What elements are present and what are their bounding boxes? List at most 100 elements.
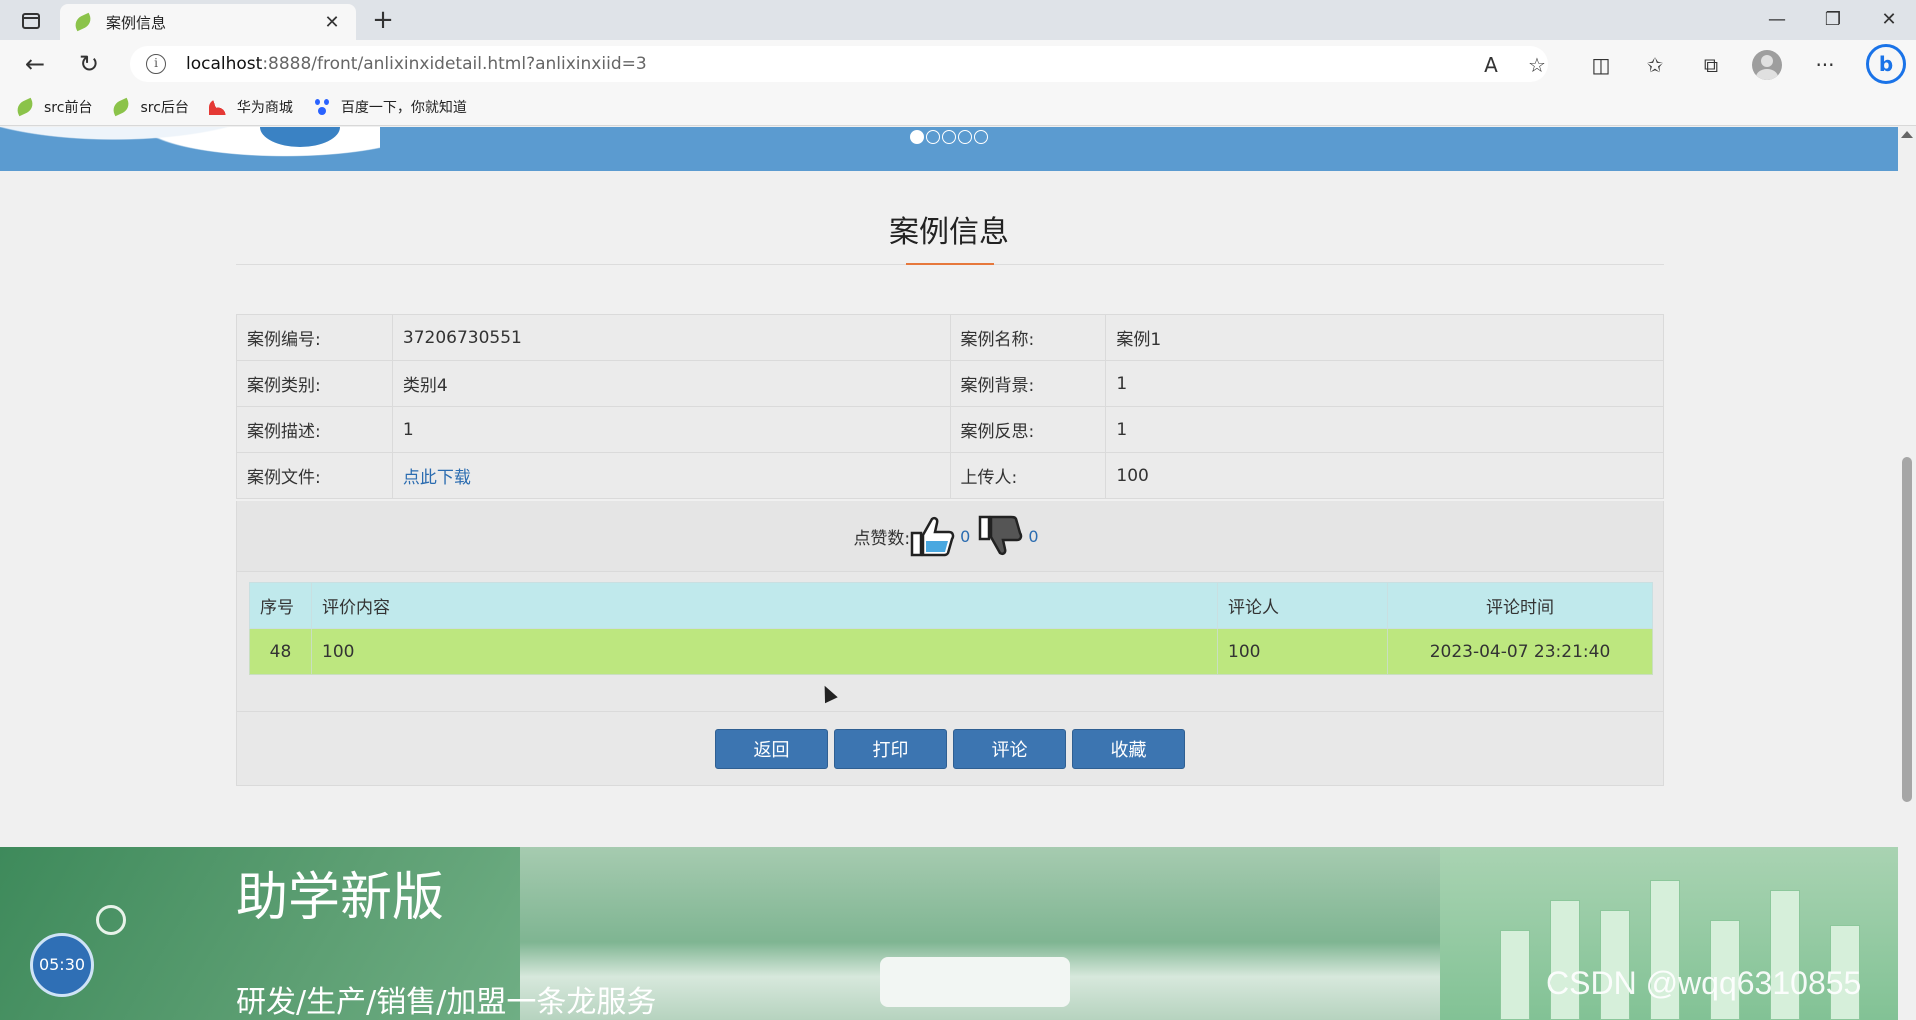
value-case-description: 1 — [391, 406, 951, 453]
profile-avatar[interactable] — [1752, 50, 1782, 80]
value-case-category: 类别4 — [391, 360, 951, 407]
display-stand — [1550, 900, 1580, 1020]
carousel-dot[interactable] — [926, 130, 940, 144]
new-tab-icon[interactable]: + — [368, 6, 398, 36]
detail-row: 案例描述: 1 案例反思: 1 — [236, 406, 1664, 453]
tab-title: 案例信息 — [106, 13, 167, 32]
company-logo-icon — [96, 905, 126, 935]
display-stand — [1500, 930, 1530, 1020]
banner-reception-desk — [880, 957, 1070, 1007]
carousel-dot[interactable] — [910, 130, 924, 144]
detail-row: 案例类别: 类别4 案例背景: 1 — [236, 360, 1664, 407]
bookmark-label: src后台 — [140, 99, 189, 116]
bookmark-label: 华为商城 — [236, 99, 293, 116]
browser-tab[interactable]: 案例信息 ✕ — [60, 4, 356, 40]
bookmark-huawei[interactable]: 华为商城 — [208, 97, 293, 117]
footer-banner: 助学新版 研发/生产/销售/加盟一条龙服务 05:30 CSDN @wqq631… — [0, 847, 1898, 1020]
carousel-dot[interactable] — [942, 130, 956, 144]
close-tab-icon[interactable]: ✕ — [322, 12, 342, 33]
top-banner-carousel — [0, 127, 1898, 171]
label-case-name: 案例名称: — [949, 314, 1107, 361]
tab-actions-icon[interactable] — [14, 8, 48, 34]
bookmark-baidu[interactable]: 百度一下，你就知道 — [313, 97, 467, 117]
baidu-paw-icon — [313, 98, 331, 115]
close-window-icon[interactable]: ✕ — [1864, 4, 1914, 36]
likes-label: 点赞数: — [853, 528, 911, 549]
banner-subline: 研发/生产/销售/加盟一条龙服务 — [236, 985, 657, 1020]
carousel-dots — [910, 130, 988, 144]
refresh-icon[interactable]: ↻ — [72, 48, 106, 80]
comment-index: 48 — [249, 628, 312, 675]
restore-icon[interactable]: ❐ — [1808, 4, 1858, 36]
browser-tab-bar: 案例信息 ✕ + — ❐ ✕ — [0, 0, 1916, 40]
watermark-text: CSDN @wqq6310855 — [1546, 965, 1862, 1001]
page-scrollbar[interactable] — [1898, 127, 1916, 1020]
thumbs-up-icon[interactable] — [910, 513, 956, 559]
url-text: localhost:8888/front/anlixinxidetail.htm… — [186, 54, 647, 74]
minimize-icon[interactable]: — — [1752, 4, 1802, 36]
huawei-icon — [208, 98, 227, 115]
dislike-count: 0 — [1028, 526, 1039, 546]
value-case-reflection: 1 — [1105, 406, 1664, 453]
leaf-icon — [72, 12, 94, 32]
back-arrow-icon[interactable]: ← — [18, 48, 52, 80]
comment-content: 100 — [311, 628, 1218, 675]
bookmarks-bar: src前台 src后台 华为商城 百度一下，你就知道 — [0, 88, 1916, 126]
label-case-reflection: 案例反思: — [949, 406, 1107, 453]
split-screen-icon[interactable]: ◫ — [1584, 48, 1618, 82]
table-row: 48 100 100 2023-04-07 23:21:40 — [249, 628, 1653, 675]
value-case-file: 点此下载 — [391, 452, 951, 499]
more-menu-icon[interactable]: ··· — [1808, 48, 1842, 82]
bookmark-src-front[interactable]: src前台 — [14, 97, 92, 117]
header-content: 评价内容 — [311, 582, 1218, 629]
bookmark-label: 百度一下，你就知道 — [340, 99, 467, 116]
add-favorite-icon[interactable]: ☆ — [1520, 48, 1554, 82]
read-aloud-icon[interactable]: A — [1474, 48, 1508, 82]
page-title: 案例信息 — [889, 215, 1009, 250]
thumbs-down-icon[interactable] — [978, 513, 1024, 559]
comments-header-row: 序号 评价内容 评论人 评论时间 — [249, 582, 1653, 629]
carousel-dot[interactable] — [974, 130, 988, 144]
label-case-background: 案例背景: — [949, 360, 1107, 407]
url-input[interactable]: i localhost:8888/front/anlixinxidetail.h… — [130, 46, 1548, 82]
comment-author: 100 — [1217, 628, 1388, 675]
page-viewport: 案例信息 案例编号: 37206730551 案例名称: 案例1 案例类别: 类… — [0, 127, 1898, 1020]
favorites-icon[interactable]: ✩ — [1638, 48, 1672, 82]
header-author: 评论人 — [1217, 582, 1388, 629]
label-case-number: 案例编号: — [236, 314, 393, 361]
label-uploader: 上传人: — [949, 452, 1107, 499]
favorite-button[interactable]: 收藏 — [1072, 728, 1185, 769]
header-index: 序号 — [249, 582, 312, 629]
scroll-up-icon[interactable] — [1901, 131, 1913, 138]
comment-button[interactable]: 评论 — [953, 728, 1066, 769]
carousel-dot[interactable] — [958, 130, 972, 144]
bing-copilot-icon[interactable]: b — [1866, 44, 1906, 84]
scrollbar-thumb[interactable] — [1902, 457, 1912, 802]
case-detail-table: 案例编号: 37206730551 案例名称: 案例1 案例类别: 类别4 案例… — [236, 314, 1664, 499]
comment-time: 2023-04-07 23:21:40 — [1387, 628, 1653, 675]
detail-row: 案例编号: 37206730551 案例名称: 案例1 — [236, 314, 1664, 361]
value-case-number: 37206730551 — [391, 314, 951, 361]
comments-section: 序号 评价内容 评论人 评论时间 48 100 100 2023-04-07 2… — [236, 572, 1664, 712]
timer-badge[interactable]: 05:30 — [30, 933, 94, 997]
label-case-category: 案例类别: — [236, 360, 393, 407]
comments-table: 序号 评价内容 评论人 评论时间 48 100 100 2023-04-07 2… — [249, 582, 1653, 675]
bookmark-src-back[interactable]: src后台 — [110, 97, 189, 117]
banner-headline: 助学新版 — [236, 868, 445, 928]
action-buttons: 返回 打印 评论 收藏 — [236, 711, 1664, 786]
value-case-background: 1 — [1105, 360, 1664, 407]
leaf-icon — [110, 97, 133, 116]
download-link[interactable]: 点此下载 — [403, 468, 471, 488]
title-accent-line — [906, 263, 994, 265]
value-uploader: 100 — [1105, 452, 1664, 499]
label-case-file: 案例文件: — [236, 452, 393, 499]
site-info-icon[interactable]: i — [146, 54, 166, 74]
label-case-description: 案例描述: — [236, 406, 393, 453]
leaf-icon — [14, 97, 36, 116]
back-button[interactable]: 返回 — [715, 728, 828, 769]
like-count: 0 — [960, 526, 971, 546]
address-bar-row: ← ↻ i localhost:8888/front/anlixinxideta… — [0, 40, 1916, 88]
print-button[interactable]: 打印 — [834, 728, 947, 769]
header-time: 评论时间 — [1387, 582, 1653, 629]
collections-icon[interactable]: ⧉ — [1694, 48, 1728, 82]
